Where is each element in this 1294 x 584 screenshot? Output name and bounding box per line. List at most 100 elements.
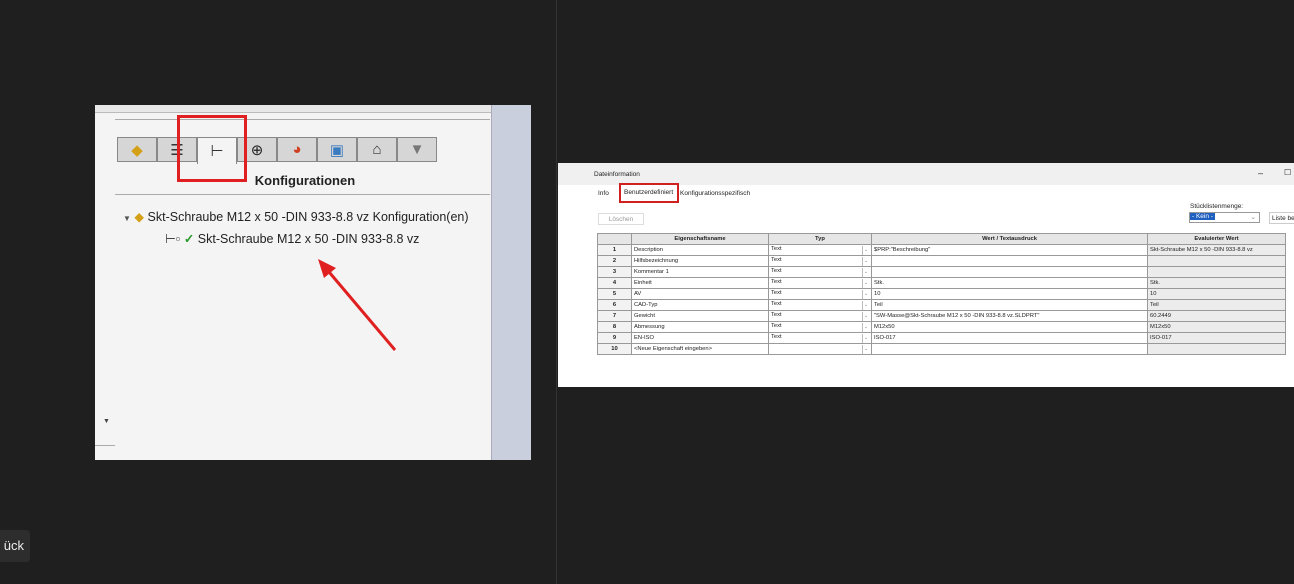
minimize-button[interactable]: –	[1258, 168, 1263, 178]
part-icon: ◆	[131, 141, 143, 159]
graphics-area	[491, 105, 531, 460]
type-cell[interactable]: ⌄	[768, 343, 872, 355]
property-name-cell[interactable]: Gewicht	[631, 310, 769, 322]
table-row[interactable]: 2 Hilfsbezeichnung ⌄ Text	[597, 255, 1286, 267]
table-row[interactable]: 1 Description ⌄ Text $PRP:"Beschreibung" …	[597, 244, 1286, 256]
list-button[interactable]: Liste be	[1269, 212, 1294, 224]
type-cell[interactable]: ⌄ Text	[768, 310, 872, 322]
evaluated-value-cell	[1147, 343, 1286, 355]
display-manager-icon: ▣	[329, 141, 345, 159]
dimxpert-icon: ⊕	[250, 141, 264, 159]
bom-qty-label: Stücklistenmenge:	[1190, 203, 1244, 210]
row-number: 7	[597, 310, 632, 322]
value-cell[interactable]: M12x50	[871, 321, 1148, 333]
table-row[interactable]: 8 Abmessung ⌄ Text M12x50 M12x50	[597, 321, 1286, 333]
chevron-down-icon[interactable]: ⌄	[862, 267, 869, 277]
row-number: 9	[597, 332, 632, 344]
property-name-cell[interactable]: <Neue Eigenschaft eingeben>	[631, 343, 769, 355]
evaluated-value-cell: Teil	[1147, 299, 1286, 311]
value-cell[interactable]: Teil	[871, 299, 1148, 311]
tab-cam[interactable]: ⌂	[357, 137, 397, 162]
row-number: 10	[597, 343, 632, 355]
delete-button[interactable]: Löschen	[598, 213, 644, 225]
value-cell[interactable]	[871, 343, 1148, 355]
evaluated-value-cell: M12x50	[1147, 321, 1286, 333]
file-info-dialog: Dateinformation – ☐ Info Benutzerdefinie…	[558, 163, 1294, 387]
dialog-title: Dateinformation	[594, 171, 640, 178]
property-name-cell[interactable]: Description	[631, 244, 769, 256]
tab-display-manager[interactable]: ▣	[317, 137, 357, 162]
table-row[interactable]: 7 Gewicht ⌄ Text "SW-Masse@Skt-Schraube M…	[597, 310, 1286, 322]
tree-config-item[interactable]: ⊢▫ ✓ Skt-Schraube M12 x 50 -DIN 933-8.8 …	[165, 231, 419, 246]
table-row[interactable]: 10 <Neue Eigenschaft eingeben> ⌄	[597, 343, 1286, 355]
divider	[556, 0, 557, 584]
evaluated-value-cell	[1147, 266, 1286, 278]
property-name-cell[interactable]: Hilfsbezeichnung	[631, 255, 769, 267]
type-cell[interactable]: ⌄ Text	[768, 255, 872, 267]
tree-root[interactable]: ▼ ◆ Skt-Schraube M12 x 50 -DIN 933-8.8 v…	[123, 209, 469, 224]
tab-konfigurationsspezifisch[interactable]: Konfigurationsspezifisch	[680, 190, 750, 197]
type-cell[interactable]: ⌄ Text	[768, 321, 872, 333]
type-cell[interactable]: ⌄ Text	[768, 266, 872, 278]
type-cell[interactable]: ⌄ Text	[768, 288, 872, 300]
chevron-down-icon[interactable]: ⌄	[862, 311, 869, 321]
table-row[interactable]: 4 Einheit ⌄ Text Stk. Stk.	[597, 277, 1286, 289]
cam-icon: ⌂	[372, 141, 382, 158]
type-cell[interactable]: ⌄ Text	[768, 332, 872, 344]
value-cell[interactable]: ISO-017	[871, 332, 1148, 344]
property-name-cell[interactable]: CAD-Typ	[631, 299, 769, 311]
maximize-button[interactable]: ☐	[1284, 168, 1291, 177]
highlight-box	[177, 115, 247, 182]
row-number: 3	[597, 266, 632, 278]
type-cell[interactable]: ⌄ Text	[768, 277, 872, 289]
config-icon: ⊢▫	[165, 232, 181, 246]
value-cell[interactable]: $PRP:"Beschreibung"	[871, 244, 1148, 256]
chevron-down-icon[interactable]: ⌄	[862, 300, 869, 310]
type-cell[interactable]: ⌄ Text	[768, 244, 872, 256]
tab-info[interactable]: Info	[598, 190, 609, 197]
value-cell[interactable]: "SW-Masse@Skt-Schraube M12 x 50 -DIN 933…	[871, 310, 1148, 322]
evaluated-value-cell	[1147, 255, 1286, 267]
row-number: 2	[597, 255, 632, 267]
tab-appearance[interactable]: ◕	[277, 137, 317, 162]
table-row[interactable]: 5 AV ⌄ Text 10 10	[597, 288, 1286, 300]
tab-part[interactable]: ◆	[117, 137, 157, 162]
value-cell[interactable]: Stk.	[871, 277, 1148, 289]
property-name-cell[interactable]: Abmessung	[631, 321, 769, 333]
value-cell[interactable]	[871, 266, 1148, 278]
bom-qty-select[interactable]: - Kein - ⌄	[1189, 212, 1260, 223]
tab-benutzerdefiniert[interactable]: Benutzerdefiniert	[619, 183, 679, 203]
chevron-down-icon[interactable]: ⌄	[862, 256, 869, 266]
table-row[interactable]: 3 Kommentar 1 ⌄ Text	[597, 266, 1286, 278]
back-button[interactable]: ück	[0, 530, 30, 562]
chevron-down-icon[interactable]: ⌄	[862, 245, 869, 255]
evaluated-value-cell: 10	[1147, 288, 1286, 300]
appearance-icon: ◕	[292, 141, 302, 158]
chevron-down-icon[interactable]: ⌄	[862, 322, 869, 332]
evaluated-value-cell: ISO-017	[1147, 332, 1286, 344]
value-cell[interactable]: 10	[871, 288, 1148, 300]
property-name-cell[interactable]: Einheit	[631, 277, 769, 289]
chevron-down-icon[interactable]: ⌄	[862, 278, 869, 288]
chevron-down-icon[interactable]: ⌄	[862, 333, 869, 343]
tab-tool[interactable]: ▼	[397, 137, 437, 162]
chevron-down-icon[interactable]: ⌄	[862, 344, 869, 354]
table-row[interactable]: 6 CAD-Typ ⌄ Text Teil Teil	[597, 299, 1286, 311]
property-name-cell[interactable]: EN-ISO	[631, 332, 769, 344]
row-number: 1	[597, 244, 632, 256]
evaluated-value-cell: 60.2449	[1147, 310, 1286, 322]
row-number: 6	[597, 299, 632, 311]
expand-arrow-icon[interactable]: ▼	[103, 418, 110, 425]
table-row[interactable]: 9 EN-ISO ⌄ Text ISO-017 ISO-017	[597, 332, 1286, 344]
row-number: 5	[597, 288, 632, 300]
type-cell[interactable]: ⌄ Text	[768, 299, 872, 311]
top-strip	[95, 105, 531, 113]
table-header: Eigenschaftsname Typ Wert / Textausdruck Ev…	[597, 233, 1286, 245]
evaluated-value-cell: Skt-Schraube M12 x 50 -DIN 933-8.8 vz	[1147, 244, 1286, 256]
value-cell[interactable]	[871, 255, 1148, 267]
part-icon: ◆	[134, 210, 145, 224]
property-name-cell[interactable]: AV	[631, 288, 769, 300]
property-name-cell[interactable]: Kommentar 1	[631, 266, 769, 278]
evaluated-value-cell: Stk.	[1147, 277, 1286, 289]
chevron-down-icon[interactable]: ⌄	[862, 289, 869, 299]
